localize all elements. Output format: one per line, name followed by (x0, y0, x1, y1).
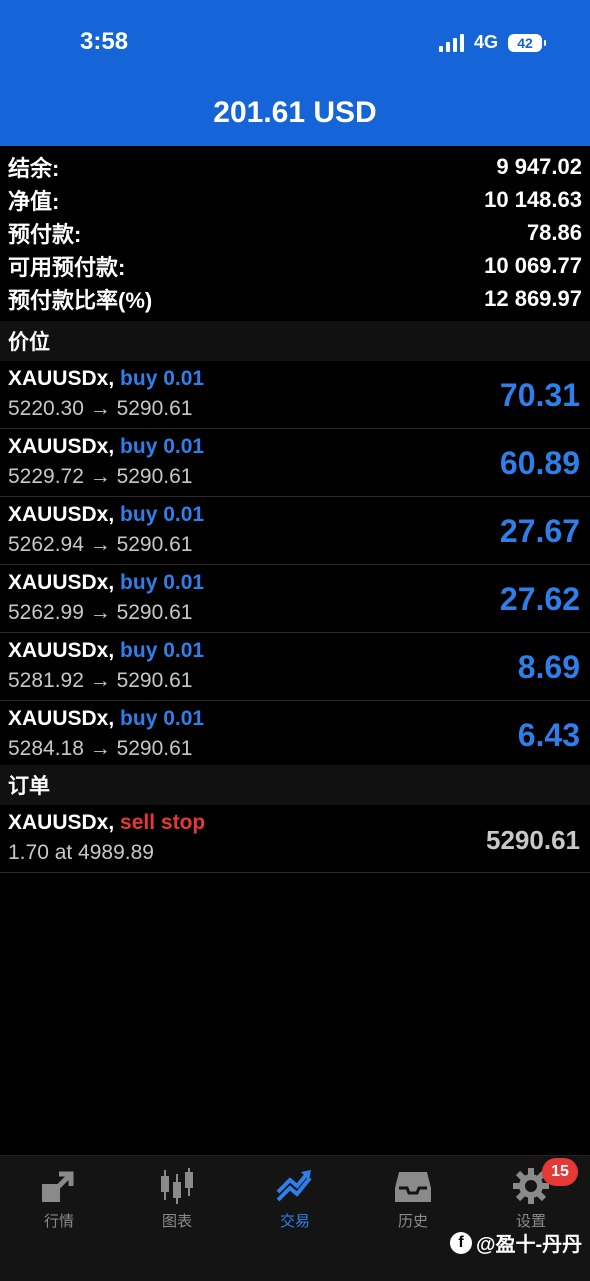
order-side: sell stop (120, 811, 206, 834)
orders-section-header: 订单 (0, 765, 590, 805)
tab-charts[interactable]: 图表 (118, 1156, 236, 1236)
summary-value: 10 069.77 (484, 252, 582, 278)
position-prices: 5284.18 → 5290.61 (8, 737, 193, 760)
facebook-logo-icon: f (450, 1231, 472, 1254)
watermark: f @盈十-丹丹 (450, 1228, 582, 1257)
position-row[interactable]: XAUUSDx, buy 0.01 5262.99 → 5290.61 27.6… (0, 565, 590, 633)
position-side: buy 0.01 (120, 571, 205, 594)
positions-list: XAUUSDx, buy 0.01 5220.30 → 5290.61 70.3… (0, 361, 590, 769)
order-current-price: 5290.61 (486, 825, 580, 855)
account-summary: 结余: 9 947.02 净值: 10 148.63 预付款: 78.86 可用… (0, 150, 590, 315)
bottom-tab-bar: 行情 图表 交易 历史 设置 (0, 1155, 590, 1281)
summary-value: 12 869.97 (484, 285, 582, 311)
position-row[interactable]: XAUUSDx, buy 0.01 5229.72 → 5290.61 60.8… (0, 429, 590, 497)
position-profit: 8.69 (517, 649, 580, 685)
tab-quotes[interactable]: 行情 (0, 1156, 118, 1236)
status-time: 3:58 (80, 28, 129, 55)
position-profit: 60.89 (499, 445, 580, 481)
position-prices: 5262.94 → 5290.61 (8, 533, 193, 556)
summary-value: 78.86 (526, 219, 582, 245)
tab-trade[interactable]: 交易 (236, 1156, 354, 1236)
position-symbol: XAUUSDx, (8, 571, 115, 594)
position-profit: 70.31 (499, 377, 580, 413)
order-row[interactable]: XAUUSDx, sell stop 1.70 at 4989.89 5290.… (0, 805, 590, 873)
position-prices: 5229.72 → 5290.61 (8, 465, 193, 488)
summary-row-balance: 结余: 9 947.02 (0, 150, 590, 183)
summary-label: 预付款: (8, 221, 82, 247)
summary-label: 可用预付款: (8, 254, 126, 280)
position-profit: 6.43 (517, 717, 580, 753)
summary-value: 9 947.02 (496, 153, 582, 179)
position-prices: 5262.99 → 5290.61 (8, 601, 193, 624)
trade-trend-icon (276, 1170, 312, 1202)
status-indicators: 4G 42 (438, 32, 546, 53)
tab-label: 行情 (43, 1213, 74, 1230)
watermark-text: @盈十-丹丹 (476, 1234, 583, 1256)
summary-row-margin: 预付款: 78.86 (0, 216, 590, 249)
position-side: buy 0.01 (120, 707, 205, 730)
account-profit-title: 201.61 USD (213, 96, 377, 129)
position-symbol: XAUUSDx, (8, 367, 115, 390)
summary-value: 10 148.63 (484, 186, 582, 212)
position-symbol: XAUUSDx, (8, 435, 115, 458)
position-side: buy 0.01 (120, 367, 205, 390)
order-detail: 1.70 at 4989.89 (8, 841, 154, 864)
signal-icon (438, 33, 464, 52)
position-prices: 5281.92 → 5290.61 (8, 669, 193, 692)
summary-label: 净值: (8, 188, 60, 214)
position-row[interactable]: XAUUSDx, buy 0.01 5284.18 → 5290.61 6.43 (0, 701, 590, 769)
quotes-arrow-icon (42, 1171, 74, 1202)
network-type: 4G (473, 32, 498, 52)
positions-section-header: 价位 (0, 321, 590, 361)
battery-icon: 42 (508, 33, 546, 52)
position-prices: 5220.30 → 5290.61 (8, 397, 193, 420)
candlestick-chart-icon (161, 1168, 193, 1204)
position-row[interactable]: XAUUSDx, buy 0.01 5262.94 → 5290.61 27.6… (0, 497, 590, 565)
position-symbol: XAUUSDx, (8, 503, 115, 526)
summary-label: 结余: (8, 155, 60, 181)
top-header: 3:58 4G 42 201.61 USD (0, 0, 590, 146)
summary-label: 预付款比率(%) (8, 287, 153, 313)
history-inbox-icon (395, 1172, 431, 1202)
position-symbol: XAUUSDx, (8, 639, 115, 662)
summary-row-equity: 净值: 10 148.63 (0, 183, 590, 216)
position-row[interactable]: XAUUSDx, buy 0.01 5281.92 → 5290.61 8.69 (0, 633, 590, 701)
tab-label: 交易 (279, 1213, 310, 1230)
settings-notification-badge: 15 (542, 1158, 578, 1186)
summary-row-margin-level: 预付款比率(%) 12 869.97 (0, 282, 590, 315)
tab-label: 图表 (161, 1213, 192, 1230)
tab-history[interactable]: 历史 (354, 1156, 472, 1236)
position-side: buy 0.01 (120, 503, 205, 526)
position-side: buy 0.01 (120, 639, 205, 662)
position-row[interactable]: XAUUSDx, buy 0.01 5220.30 → 5290.61 70.3… (0, 361, 590, 429)
order-symbol: XAUUSDx, (8, 811, 115, 834)
position-symbol: XAUUSDx, (8, 707, 115, 730)
position-profit: 27.67 (499, 513, 580, 549)
position-side: buy 0.01 (120, 435, 205, 458)
summary-row-free-margin: 可用预付款: 10 069.77 (0, 249, 590, 282)
position-profit: 27.62 (499, 581, 580, 617)
